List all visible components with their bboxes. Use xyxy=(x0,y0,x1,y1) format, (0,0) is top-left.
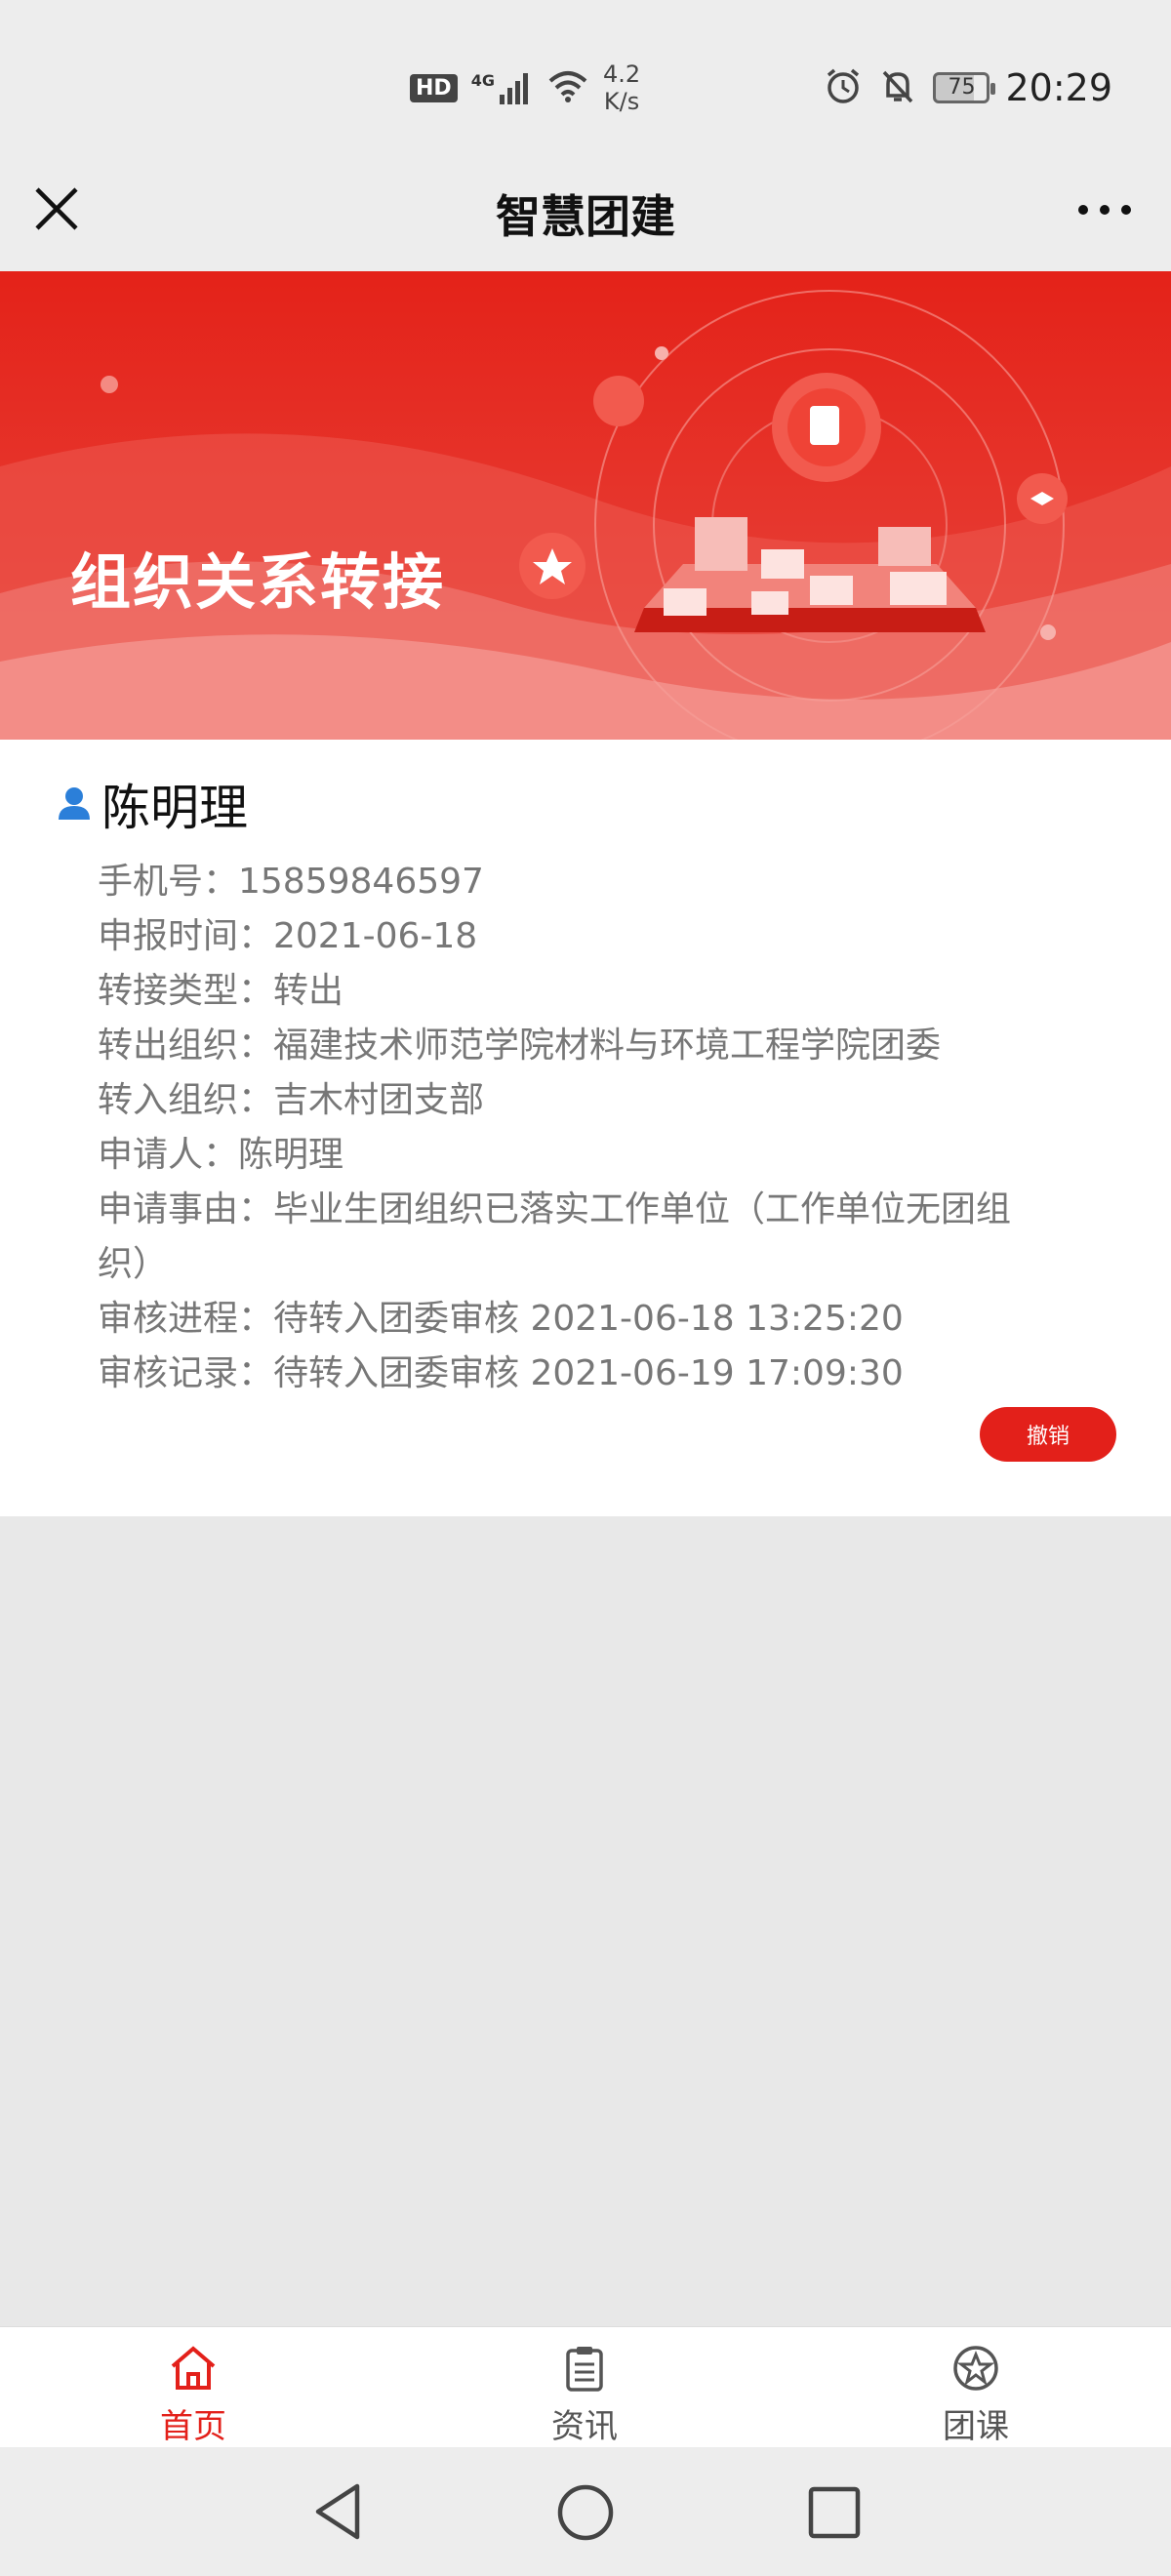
nav-label-home: 首页 xyxy=(160,2407,226,2446)
battery-icon: 75 xyxy=(933,72,996,103)
record-details: 手机号：15859846597 申报时间：2021-06-18 转接类型：转出 … xyxy=(98,855,1073,1401)
star-icon xyxy=(519,533,586,599)
nav-item-course[interactable]: 团课 xyxy=(878,2345,1073,2447)
status-right: 75 20:29 xyxy=(824,59,1112,117)
banner: 组织关系转接 xyxy=(0,271,1171,740)
detail-phone: 手机号：15859846597 xyxy=(98,862,484,902)
recents-icon[interactable] xyxy=(806,2484,863,2541)
nav-label-course: 团课 xyxy=(943,2407,1009,2446)
alarm-icon xyxy=(824,66,863,109)
speed-unit: K/s xyxy=(603,88,640,115)
nav-item-news[interactable]: 资讯 xyxy=(487,2345,682,2447)
detail-review-progress: 审核进程：待转入团委审核 2021-06-18 13:25:20 xyxy=(98,1299,904,1339)
home-circle-icon[interactable] xyxy=(555,2482,616,2543)
person-icon xyxy=(55,783,94,825)
network-speed: 4.2 K/s xyxy=(603,60,640,115)
banner-title: 组织关系转接 xyxy=(70,546,446,618)
detail-submit-date: 申报时间：2021-06-18 xyxy=(98,916,478,956)
applicant-name: 陈明理 xyxy=(101,780,248,836)
detail-review-record: 审核记录：待转入团委审核 2021-06-19 17:09:30 xyxy=(98,1353,904,1393)
star-badge-icon xyxy=(953,2346,998,2391)
nav-label-news: 资讯 xyxy=(551,2407,618,2446)
network-label: 4G xyxy=(470,71,495,90)
detail-transfer-type: 转接类型：转出 xyxy=(98,971,344,1011)
detail-applicant: 申请人：陈明理 xyxy=(98,1135,344,1175)
mute-bell-icon xyxy=(878,66,917,109)
detail-to-org: 转入组织：吉木村团支部 xyxy=(98,1080,485,1120)
back-icon[interactable] xyxy=(308,2480,367,2543)
title-bar: 智慧团建 xyxy=(0,156,1171,271)
more-dots-icon xyxy=(1078,205,1131,215)
speed-value: 4.2 xyxy=(602,60,641,88)
wifi-icon xyxy=(546,69,589,106)
hd-badge: HD xyxy=(410,73,458,102)
clock: 20:29 xyxy=(1005,66,1112,109)
transfer-record-card: 陈明理 手机号：15859846597 申报时间：2021-06-18 转接类型… xyxy=(0,740,1171,1516)
document-icon xyxy=(772,373,881,482)
detail-reason: 申请事由：毕业生团组织已落实工作单位（工作单位无团组 xyxy=(98,1189,1012,1229)
applicant-header: 陈明理 xyxy=(55,769,248,839)
status-icons: HD 4G 4.2 K/s xyxy=(410,59,640,117)
home-icon xyxy=(171,2346,216,2390)
news-icon xyxy=(566,2347,603,2392)
signal-icon: 4G xyxy=(471,71,533,104)
status-bar: HD 4G 4.2 K/s 75 20:29 xyxy=(0,0,1171,166)
system-nav-bar xyxy=(0,2447,1171,2576)
revoke-button[interactable]: 撤销 xyxy=(980,1407,1116,1462)
more-button[interactable] xyxy=(1073,185,1136,234)
page-title: 智慧团建 xyxy=(496,190,675,243)
detail-from-org: 转出组织：福建技术师范学院材料与环境工程学院团委 xyxy=(98,1026,942,1066)
detail-reason-cont: 织） xyxy=(98,1244,169,1284)
bottom-nav: 首页 资讯 团课 xyxy=(0,2326,1171,2448)
banner-illustration xyxy=(0,271,1171,740)
nav-item-home[interactable]: 首页 xyxy=(96,2345,291,2447)
